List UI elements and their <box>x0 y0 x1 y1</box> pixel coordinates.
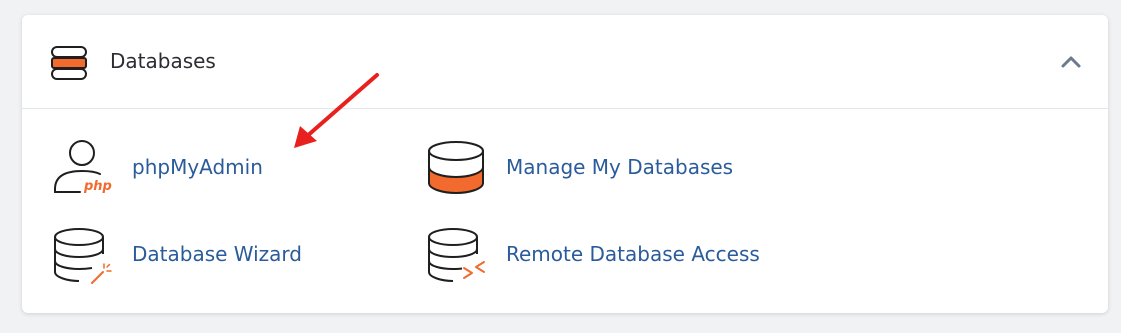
remote-database-icon <box>428 228 485 282</box>
phpmyadmin-label: phpMyAdmin <box>132 155 263 179</box>
remote-database-access-label: Remote Database Access <box>506 242 760 266</box>
php-badge: php <box>83 179 112 194</box>
databases-panel: Databases php phpMyAdmin Manage My Datab… <box>22 15 1108 313</box>
manage-my-databases-link[interactable]: Manage My Databases <box>426 137 766 199</box>
phpmyadmin-icon: php <box>54 140 112 194</box>
database-wizard-icon <box>54 228 112 284</box>
section-title: Databases <box>110 49 216 73</box>
database-wizard-link[interactable]: Database Wizard <box>52 224 342 286</box>
manage-my-databases-label: Manage My Databases <box>506 155 734 179</box>
panel-header[interactable]: Databases <box>22 15 1108 109</box>
database-wizard-label: Database Wizard <box>132 242 302 266</box>
phpmyadmin-link[interactable]: php phpMyAdmin <box>52 137 312 199</box>
database-icon <box>51 46 87 80</box>
remote-database-access-link[interactable]: Remote Database Access <box>426 224 786 286</box>
database-icon <box>428 141 484 195</box>
chevron-up-icon[interactable] <box>1060 51 1082 73</box>
